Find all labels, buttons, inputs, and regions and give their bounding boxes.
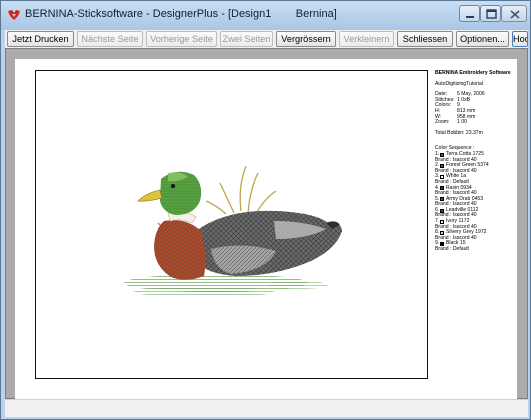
duck-back-stitches xyxy=(196,210,342,276)
previous-page-button[interactable]: Vorherige Seite xyxy=(146,31,217,47)
design-frame xyxy=(35,70,428,379)
status-bar xyxy=(5,399,528,417)
minimize-icon xyxy=(466,16,474,18)
stat-key: Zoom: xyxy=(435,119,450,126)
next-page-button[interactable]: Nächste Seite xyxy=(77,31,143,47)
two-pages-button[interactable]: Zwei Seiten xyxy=(220,31,273,47)
options-button[interactable]: Optionen... xyxy=(456,31,509,47)
duck-head-stitches xyxy=(137,171,202,215)
print-preview-toolbar: Jetzt Drucken Nächste Seite Vorherige Se… xyxy=(5,30,528,48)
app-window: BERNINA-Sticksoftware - DesignerPlus - [… xyxy=(0,0,531,420)
maximize-button[interactable] xyxy=(480,5,501,22)
close-preview-button[interactable]: Schliessen xyxy=(397,31,453,47)
zoom-in-button[interactable]: Vergrössern xyxy=(276,31,336,47)
print-preview-area[interactable]: BERNINA Embroidery Software AutoDigitizi… xyxy=(5,48,528,399)
close-button[interactable] xyxy=(501,5,527,22)
bernina-logo-icon xyxy=(8,10,20,20)
maximize-icon xyxy=(486,9,497,19)
close-icon xyxy=(510,10,520,19)
color-sequence-list: 1. Terra Cotta 1725 Brand : Isacord 40 2. Fo… xyxy=(435,151,515,253)
stat-value: 1 00 xyxy=(457,119,467,126)
preview-page: BERNINA Embroidery Software AutoDigitizi… xyxy=(15,59,517,399)
water-stitches xyxy=(124,274,328,297)
window-title: BERNINA-Sticksoftware - DesignerPlus - [… xyxy=(25,8,337,20)
stat-row: Zoom: 1 00 xyxy=(435,120,515,126)
duck-breast-stitches xyxy=(154,220,206,280)
minimize-button[interactable] xyxy=(459,5,480,22)
duck-embroidery-image xyxy=(124,165,342,297)
zoom-out-button[interactable]: Verkleinern xyxy=(339,31,394,47)
title-bar[interactable]: BERNINA-Sticksoftware - DesignerPlus - [… xyxy=(1,1,530,30)
thread-brand: Brand : Default xyxy=(435,246,469,253)
portrait-button[interactable]: Hochformat xyxy=(512,31,528,47)
software-header: BERNINA Embroidery Software xyxy=(435,70,511,76)
print-now-button[interactable]: Jetzt Drucken xyxy=(7,31,74,47)
design-info-panel: BERNINA Embroidery Software AutoDigitizi… xyxy=(435,70,515,253)
